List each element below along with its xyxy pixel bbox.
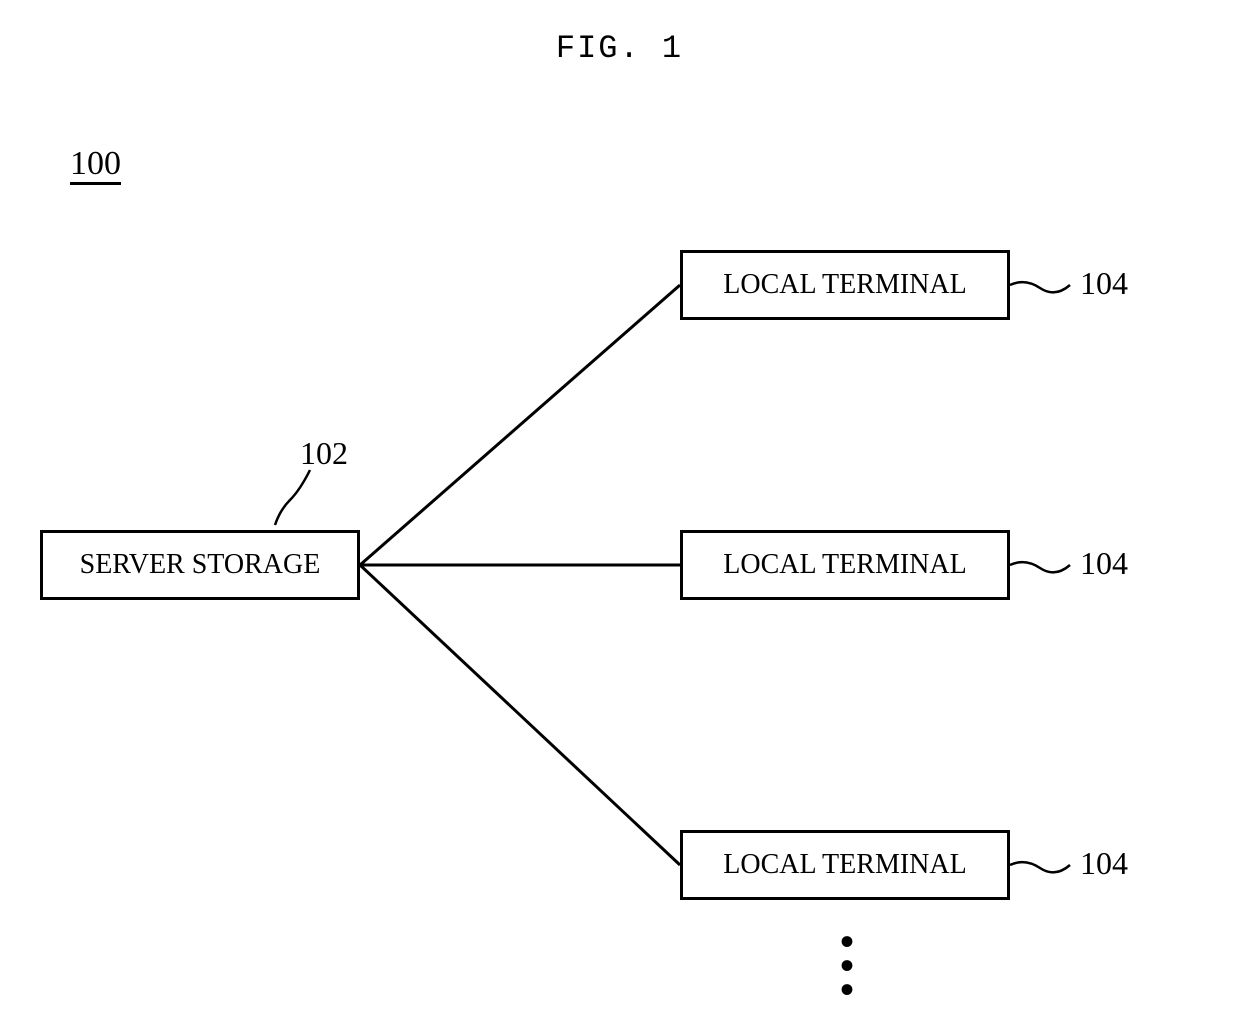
- local-terminal-label-2: LOCAL TERMINAL: [723, 549, 966, 581]
- server-storage-box: SERVER STORAGE: [40, 530, 360, 600]
- figure-title: FIG. 1: [556, 30, 683, 67]
- local-terminal-box-2: LOCAL TERMINAL: [680, 530, 1010, 600]
- ellipsis-icon: •••: [840, 930, 854, 1002]
- ref-number-104-3: 104: [1080, 845, 1128, 882]
- local-terminal-box-3: LOCAL TERMINAL: [680, 830, 1010, 900]
- local-terminal-box-1: LOCAL TERMINAL: [680, 250, 1010, 320]
- connector-lines: [0, 0, 1239, 1029]
- system-number: 100: [70, 145, 121, 183]
- ref-number-104-2: 104: [1080, 545, 1128, 582]
- ref-number-104-1: 104: [1080, 265, 1128, 302]
- server-storage-label: SERVER STORAGE: [80, 549, 321, 581]
- local-terminal-label-3: LOCAL TERMINAL: [723, 849, 966, 881]
- local-terminal-label-1: LOCAL TERMINAL: [723, 269, 966, 301]
- ref-number-102: 102: [300, 435, 348, 472]
